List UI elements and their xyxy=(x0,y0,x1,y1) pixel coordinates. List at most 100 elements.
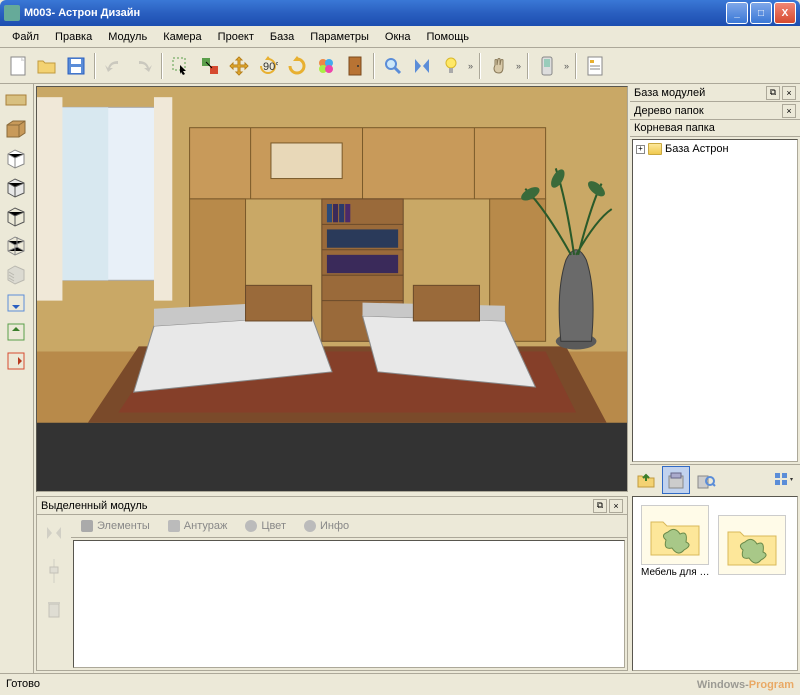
arrow-up-icon xyxy=(7,323,25,341)
select-icon xyxy=(172,57,190,75)
panel-close-button[interactable]: × xyxy=(609,499,623,513)
mirror-icon xyxy=(413,57,431,75)
maximize-button[interactable]: □ xyxy=(750,2,772,24)
zoom-icon xyxy=(384,57,402,75)
3d-viewport[interactable] xyxy=(36,86,628,492)
menu-params[interactable]: Параметры xyxy=(302,29,377,45)
report-button[interactable] xyxy=(581,52,609,80)
right-column: База модулей ⧉ × Дерево папок × Корневая… xyxy=(630,84,800,673)
undock-button-2[interactable]: ⧉ xyxy=(766,86,780,100)
material-flat-button[interactable] xyxy=(2,86,30,114)
up-folder-button[interactable] xyxy=(632,466,660,494)
open-button[interactable] xyxy=(33,52,61,80)
light-icon xyxy=(444,56,458,76)
move-button[interactable] xyxy=(225,52,253,80)
arrow-right-button[interactable] xyxy=(2,347,30,375)
scene-render xyxy=(37,87,627,423)
arrow-down-button[interactable] xyxy=(2,289,30,317)
arrow-up-button[interactable] xyxy=(2,318,30,346)
cube-solid-button[interactable] xyxy=(2,173,30,201)
cube-solid-icon xyxy=(5,176,27,198)
tab-color-label: Цвет xyxy=(261,520,286,532)
tab-color[interactable]: Цвет xyxy=(237,517,294,535)
hand-button[interactable] xyxy=(485,52,513,80)
menu-module[interactable]: Модуль xyxy=(100,29,155,45)
color-button[interactable] xyxy=(312,52,340,80)
mirror-button[interactable] xyxy=(408,52,436,80)
thumb-furniture[interactable]: Мебель для д... xyxy=(641,505,711,578)
cube-hidden-button[interactable] xyxy=(2,144,30,172)
group-select-button[interactable] xyxy=(196,52,224,80)
close-button[interactable]: X xyxy=(774,2,796,24)
phone-button[interactable] xyxy=(533,52,561,80)
select-button[interactable] xyxy=(167,52,195,80)
menu-project[interactable]: Проект xyxy=(210,29,262,45)
modules-base-header: База модулей ⧉ × xyxy=(630,84,800,102)
save-button[interactable] xyxy=(62,52,90,80)
material-box-icon xyxy=(5,119,27,139)
menu-windows[interactable]: Окна xyxy=(377,29,419,45)
cube-line-button[interactable] xyxy=(2,202,30,230)
menu-edit[interactable]: Правка xyxy=(47,29,100,45)
redo-button[interactable] xyxy=(129,52,157,80)
tab-entourage[interactable]: Антураж xyxy=(160,517,236,535)
left-toolbar xyxy=(0,84,34,673)
root-folder-label: Корневая папка xyxy=(630,120,800,137)
undo-button[interactable] xyxy=(100,52,128,80)
rotate-button[interactable] xyxy=(283,52,311,80)
slider-icon xyxy=(49,559,59,583)
tab-elements-label: Элементы xyxy=(97,520,150,532)
menu-help[interactable]: Помощь xyxy=(418,29,477,45)
separator xyxy=(373,53,375,79)
redo-icon xyxy=(133,58,153,74)
door-button[interactable] xyxy=(341,52,369,80)
panel-close-button-3[interactable]: × xyxy=(782,104,796,118)
rotate90-button[interactable]: 90° xyxy=(254,52,282,80)
main-toolbar: 90° » » » xyxy=(0,48,800,84)
new-file-icon xyxy=(9,56,27,76)
report-icon xyxy=(586,56,604,76)
slider-button[interactable] xyxy=(40,557,68,585)
phone-icon xyxy=(540,56,554,76)
thumbnail-area[interactable]: Мебель для д... xyxy=(632,496,798,671)
trash-button[interactable] xyxy=(40,595,68,623)
light-button[interactable] xyxy=(437,52,465,80)
toolbar-expand-2[interactable]: » xyxy=(514,61,523,71)
cube-hatch-button[interactable] xyxy=(2,260,30,288)
tab-elements[interactable]: Элементы xyxy=(73,517,158,535)
trash-icon xyxy=(47,600,61,618)
separator xyxy=(527,53,529,79)
folder-tree[interactable]: + База Астрон xyxy=(632,139,798,462)
tree-item-astron[interactable]: + База Астрон xyxy=(635,142,795,156)
tab-entourage-label: Антураж xyxy=(184,520,228,532)
cube-wire-button[interactable] xyxy=(2,231,30,259)
workspace: Выделенный модуль ⧉ × Элементы Антураж Ц… xyxy=(0,84,800,673)
zoom-button[interactable] xyxy=(379,52,407,80)
toolbar-expand-3[interactable]: » xyxy=(562,61,571,71)
rotate90-icon: 90° xyxy=(258,56,278,76)
view-mode-button[interactable] xyxy=(770,466,798,494)
menu-file[interactable]: Файл xyxy=(4,29,47,45)
thumb-item-2[interactable] xyxy=(718,515,788,575)
menu-camera[interactable]: Камера xyxy=(155,29,209,45)
up-folder-icon xyxy=(636,471,656,489)
tab-row: Элементы Антураж Цвет Инфо xyxy=(71,515,627,538)
mirror-h-icon xyxy=(45,525,63,541)
statusbar: Готово Windows-Program xyxy=(0,673,800,693)
tree-expand-button[interactable]: + xyxy=(636,145,645,154)
new-file-button[interactable] xyxy=(4,52,32,80)
material-box-button[interactable] xyxy=(2,115,30,143)
mirror-h-button[interactable] xyxy=(40,519,68,547)
toolbar-expand[interactable]: » xyxy=(466,61,475,71)
undock-button[interactable]: ⧉ xyxy=(593,499,607,513)
search-server-button[interactable] xyxy=(692,466,720,494)
thumb-folder-icon xyxy=(641,505,709,565)
module-panel-title: Выделенный модуль xyxy=(41,500,591,512)
info-icon xyxy=(304,520,316,532)
panel-close-button-2[interactable]: × xyxy=(782,86,796,100)
server-button[interactable] xyxy=(662,466,690,494)
door-icon xyxy=(347,56,363,76)
tab-info[interactable]: Инфо xyxy=(296,517,357,535)
menu-base[interactable]: База xyxy=(262,29,302,45)
minimize-button[interactable]: _ xyxy=(726,2,748,24)
